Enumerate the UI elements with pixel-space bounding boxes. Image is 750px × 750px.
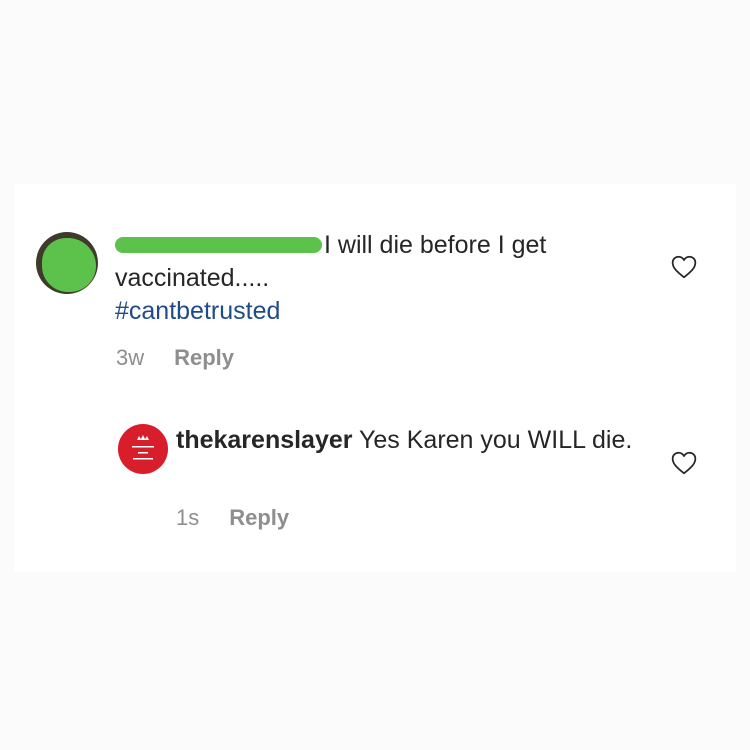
comment-meta: 3w Reply: [116, 345, 234, 371]
reply-meta: 1s Reply: [176, 505, 289, 531]
crown-logo-icon: [132, 435, 154, 460]
comment-text-line1: I will die before I get: [324, 231, 547, 259]
heart-icon[interactable]: [671, 255, 697, 279]
heart-icon[interactable]: [671, 451, 697, 475]
reply-username[interactable]: thekarenslayer: [176, 426, 353, 454]
comment-thread: I will die before I get vaccinated..... …: [14, 184, 736, 572]
reply-avatar[interactable]: [118, 424, 168, 474]
commenter-avatar[interactable]: [36, 232, 98, 294]
comment-timestamp: 3w: [116, 345, 145, 370]
reply-timestamp: 1s: [176, 505, 200, 530]
avatar-redaction-mark: [42, 238, 96, 292]
hashtag-link[interactable]: #cantbetrusted: [115, 295, 615, 328]
comment-reply-button[interactable]: Reply: [174, 345, 234, 370]
comment-body: I will die before I get vaccinated..... …: [115, 229, 615, 328]
reply-text: Yes Karen you WILL die.: [359, 426, 633, 454]
redacted-username: [115, 235, 322, 255]
comment-text-line2: vaccinated.....: [115, 264, 270, 292]
reply-reply-button[interactable]: Reply: [229, 505, 289, 530]
reply-body: thekarenslayer Yes Karen you WILL die.: [176, 425, 646, 456]
